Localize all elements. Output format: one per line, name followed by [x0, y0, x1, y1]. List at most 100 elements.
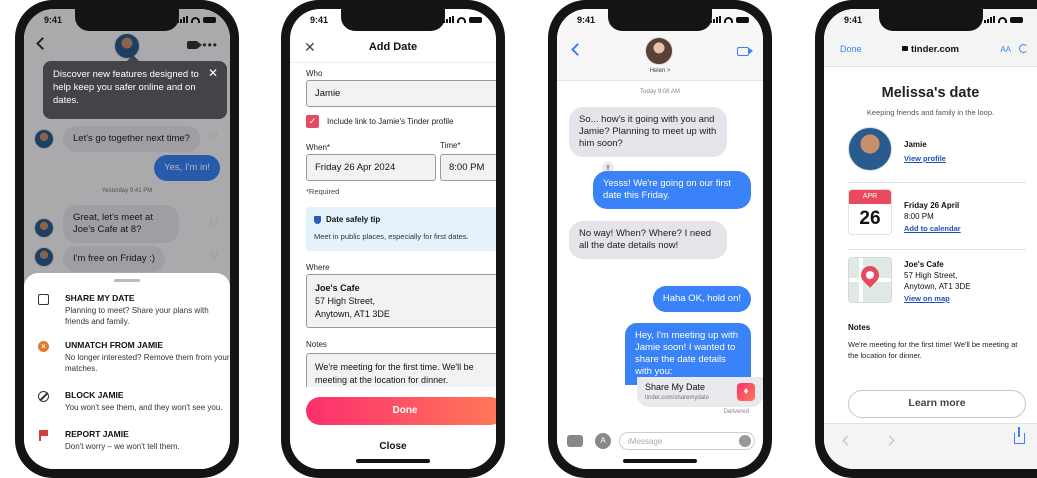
message-bubble: No way! When? Where? I need all the date…	[569, 221, 727, 259]
calendar-month: APR	[849, 190, 891, 204]
date-field[interactable]: Friday 26 Apr 2024	[306, 154, 436, 181]
place-name: Joe's Cafe	[904, 260, 944, 269]
phone-1-chat-safety: 9:41 ••• Let's go together next time? ♡ …	[15, 0, 239, 478]
time-line: 8:00 PM	[904, 212, 934, 221]
where-field[interactable]: Joe's Cafe 57 High Street, Anytown, AT1 …	[306, 274, 496, 328]
wifi-icon	[457, 16, 466, 23]
calendar-icon	[38, 294, 49, 305]
back-icon[interactable]	[842, 435, 853, 446]
flag-icon	[38, 430, 49, 441]
modal-header: ✕ Add Date	[290, 33, 496, 63]
screen: 9:41 ••• Let's go together next time? ♡ …	[24, 9, 230, 469]
signal-icon	[984, 16, 995, 23]
tip-body: Meet in public places, especially for fi…	[314, 232, 469, 241]
message-bubble: Yesss! We're going on our first date thi…	[593, 171, 751, 209]
timestamp: Today 9:08 AM	[640, 89, 680, 95]
block-icon	[38, 391, 49, 402]
shield-icon	[314, 216, 321, 224]
match-avatar	[848, 127, 892, 171]
date-line: Friday 26 April	[904, 201, 960, 210]
facetime-icon[interactable]	[737, 47, 753, 56]
who-label: Who	[306, 69, 323, 78]
phone-4-browser-date-page: Done tinder.com AA 9:41 Melissa's date K…	[815, 0, 1037, 478]
include-profile-label: Include link to Jamie's Tinder profile	[327, 117, 454, 126]
wifi-icon	[998, 16, 1007, 23]
phone-2-add-date: 9:41 ✕ Add Date Who Jamie ✓ Include link…	[281, 0, 505, 478]
close-icon[interactable]: ✕	[208, 67, 218, 80]
clock: 9:41	[310, 15, 329, 25]
clock: 9:41	[44, 15, 63, 25]
reader-settings-button[interactable]: AA	[1000, 45, 1011, 54]
unmatch-icon: ×	[38, 341, 49, 352]
item-title: SHARE MY DATE	[65, 293, 135, 303]
battery-icon	[736, 16, 749, 23]
page-title: Add Date	[368, 41, 418, 53]
done-button[interactable]: Done	[306, 397, 496, 425]
where-label: Where	[306, 263, 330, 272]
item-description: No longer interested? Remove them from y…	[65, 353, 230, 373]
address-line-1: 57 High Street,	[904, 271, 958, 280]
app-store-icon[interactable]: A	[595, 433, 611, 449]
audio-icon[interactable]	[739, 435, 751, 447]
wifi-icon	[191, 16, 200, 23]
contact-avatar[interactable]	[645, 37, 673, 65]
message-input-bar: A iMessage	[557, 423, 763, 469]
delivery-status: Delivered	[723, 409, 749, 415]
camera-icon[interactable]	[567, 435, 583, 447]
calendar-icon: APR 26	[848, 189, 892, 235]
add-to-calendar-link[interactable]: Add to calendar	[904, 224, 961, 233]
tinder-flame-icon: ♦	[737, 383, 755, 401]
item-description: You won't see them, and they won't see y…	[65, 403, 223, 412]
view-on-map-link[interactable]: View on map	[904, 294, 950, 303]
calendar-day: 26	[859, 208, 881, 229]
input-placeholder: iMessage	[628, 437, 663, 446]
clock: 9:41	[577, 15, 596, 25]
share-icon[interactable]	[1014, 427, 1025, 444]
screen: Done tinder.com AA 9:41 Melissa's date K…	[824, 9, 1037, 469]
share-my-date-link-preview[interactable]: Share My Date tinder.com/sharemydate ♦	[637, 377, 763, 407]
reload-icon[interactable]	[1019, 44, 1028, 53]
clock: 9:41	[844, 15, 863, 25]
item-title: BLOCK JAMIE	[65, 390, 124, 400]
safety-action-sheet: SHARE MY DATE Planning to meet? Share yo…	[24, 273, 230, 469]
map-thumbnail[interactable]	[848, 257, 892, 303]
status-icons	[177, 16, 216, 23]
notes-body: We're meeting for the first time! We'll …	[848, 340, 1018, 360]
message-bubble: Haha OK, hold on!	[652, 286, 751, 312]
message-input[interactable]: iMessage	[619, 432, 755, 450]
time-label: Time*	[440, 141, 461, 150]
item-description: Planning to meet? Share your plans with …	[65, 306, 209, 326]
safety-tip-box: Date safely tip Meet in public places, e…	[306, 207, 496, 251]
learn-more-button[interactable]: Learn more	[848, 390, 1026, 418]
conversation-header: Helen >	[557, 31, 763, 81]
contact-name[interactable]: Helen >	[557, 68, 763, 74]
close-button[interactable]: Close	[290, 441, 496, 452]
modal-footer: Done Close	[290, 387, 496, 469]
notes-title: Notes	[848, 323, 871, 332]
when-label: When*	[306, 143, 331, 152]
who-field[interactable]: Jamie	[306, 80, 496, 107]
lock-icon	[901, 46, 908, 51]
view-profile-link[interactable]: View profile	[904, 154, 946, 163]
page-title: Melissa's date	[881, 85, 980, 101]
page-subtitle: Keeping friends and family in the loop.	[866, 108, 995, 117]
safety-tooltip: Discover new features designed to help k…	[43, 55, 227, 119]
divider	[848, 182, 1026, 183]
message-bubble: Hey, I'm meeting up with Jamie soon! I w…	[625, 323, 751, 385]
include-profile-checkbox[interactable]: ✓	[306, 115, 319, 128]
sheet-grabber[interactable]	[114, 279, 140, 282]
back-icon[interactable]	[571, 43, 584, 56]
home-indicator	[623, 459, 697, 463]
status-icons	[984, 16, 1023, 23]
url-text: tinder.com	[910, 44, 960, 55]
forward-icon[interactable]	[884, 435, 895, 446]
notch	[878, 9, 983, 31]
item-title: REPORT JAMIE	[65, 429, 129, 439]
time-field[interactable]: 8:00 PM	[440, 154, 496, 181]
required-note: *Required	[306, 187, 340, 196]
notes-label: Notes	[306, 340, 327, 349]
status-icons	[443, 16, 482, 23]
place-name: Joe's Cafe	[315, 283, 360, 293]
status-icons	[710, 16, 749, 23]
address-line-2: Anytown, AT1 3DE	[904, 282, 971, 291]
